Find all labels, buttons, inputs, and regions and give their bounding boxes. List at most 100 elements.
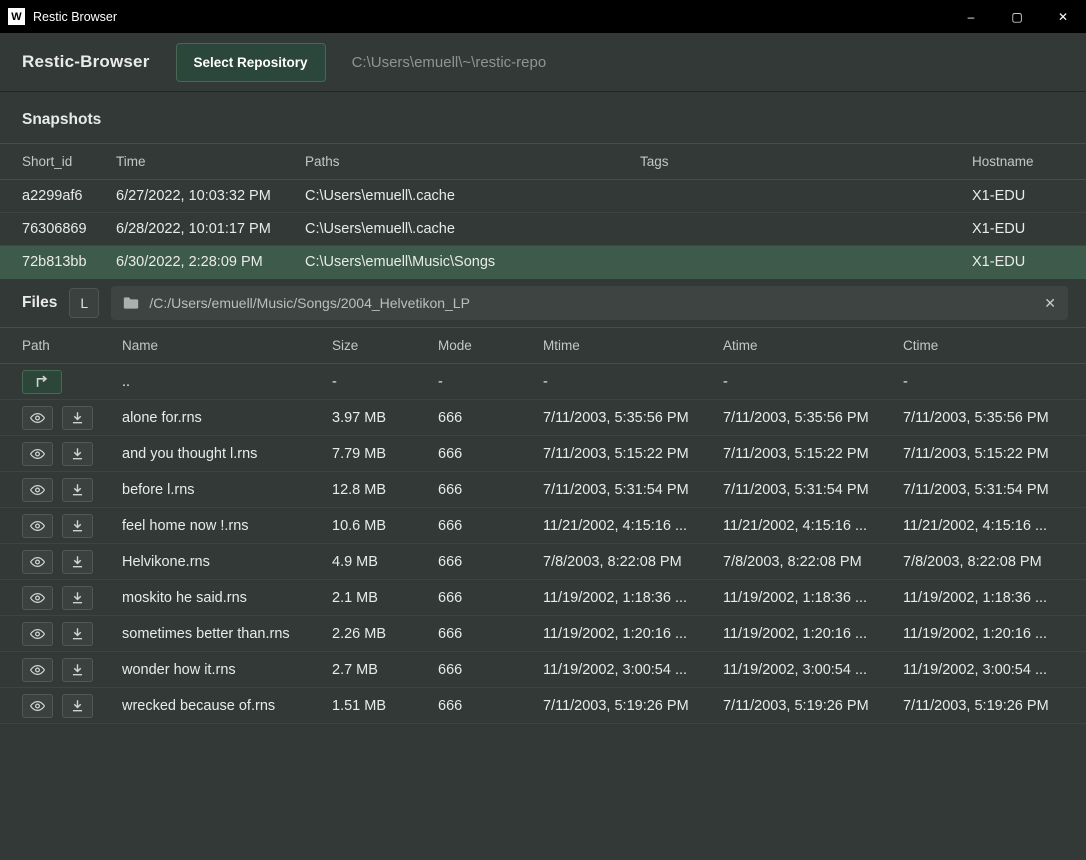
eye-icon [30,484,45,496]
col-hostname: Hostname [972,154,1064,169]
close-button[interactable]: ✕ [1040,0,1086,33]
file-size: 7.79 MB [332,446,438,462]
file-size: 4.9 MB [332,554,438,570]
file-size: - [332,374,438,390]
preview-button[interactable] [22,586,53,610]
files-path-value: /C:/Users/emuell/Music/Songs/2004_Helvet… [149,295,470,311]
snapshot-hostname: X1-EDU [972,254,1064,270]
preview-button[interactable] [22,478,53,502]
eye-icon [30,664,45,676]
preview-button[interactable] [22,694,53,718]
download-icon [71,447,84,460]
download-icon [71,555,84,568]
file-row-parent: .. - - - - - [0,364,1086,400]
file-name: moskito he said.rns [122,590,332,606]
eye-icon [30,592,45,604]
download-icon [71,699,84,712]
file-atime: 11/19/2002, 1:18:36 ... [723,590,903,606]
download-button[interactable] [62,478,93,502]
clear-path-icon[interactable]: ✕ [1044,295,1056,312]
app-icon: W [8,8,25,25]
file-mode: 666 [438,662,543,678]
maximize-button[interactable]: ▢ [994,0,1040,33]
file-row: before l.rns 12.8 MB 666 7/11/2003, 5:31… [0,472,1086,508]
col-path: Path [22,338,122,353]
file-ctime: 7/11/2003, 5:31:54 PM [903,482,1064,498]
file-ctime: 11/21/2002, 4:15:16 ... [903,518,1064,534]
file-mode: 666 [438,698,543,714]
file-row: moskito he said.rns 2.1 MB 666 11/19/200… [0,580,1086,616]
files-path-input[interactable]: /C:/Users/emuell/Music/Songs/2004_Helvet… [111,286,1068,320]
file-row: feel home now !.rns 10.6 MB 666 11/21/20… [0,508,1086,544]
snapshot-paths: C:\Users\emuell\Music\Songs [305,254,640,270]
file-row: and you thought l.rns 7.79 MB 666 7/11/2… [0,436,1086,472]
download-icon [71,519,84,532]
minimize-button[interactable]: – [948,0,994,33]
file-mode: - [438,374,543,390]
download-button[interactable] [62,658,93,682]
col-size: Size [332,338,438,353]
parent-directory-button[interactable] [22,370,62,394]
col-paths: Paths [305,154,640,169]
file-mtime: 7/8/2003, 8:22:08 PM [543,554,723,570]
files-table-header: Path Name Size Mode Mtime Atime Ctime [0,327,1086,364]
file-size: 10.6 MB [332,518,438,534]
download-button[interactable] [62,694,93,718]
file-mode: 666 [438,410,543,426]
file-mtime: 11/19/2002, 3:00:54 ... [543,662,723,678]
file-mtime: 11/21/2002, 4:15:16 ... [543,518,723,534]
latest-snapshot-button[interactable]: L [69,288,99,318]
file-ctime: 7/8/2003, 8:22:08 PM [903,554,1064,570]
file-atime: 7/11/2003, 5:35:56 PM [723,410,903,426]
download-button[interactable] [62,586,93,610]
preview-button[interactable] [22,550,53,574]
preview-button[interactable] [22,514,53,538]
download-icon [71,483,84,496]
download-button[interactable] [62,514,93,538]
file-mode: 666 [438,482,543,498]
repository-path: C:\Users\emuell\~\restic-repo [352,54,547,71]
preview-button[interactable] [22,622,53,646]
col-mtime: Mtime [543,338,723,353]
snapshots-heading: Snapshots [0,92,1086,143]
snapshot-row[interactable]: 76306869 6/28/2022, 10:01:17 PM C:\Users… [0,213,1086,246]
file-name: sometimes better than.rns [122,626,332,642]
preview-button[interactable] [22,406,53,430]
file-size: 2.7 MB [332,662,438,678]
file-size: 2.26 MB [332,626,438,642]
file-mode: 666 [438,554,543,570]
file-ctime: 7/11/2003, 5:15:22 PM [903,446,1064,462]
download-button[interactable] [62,406,93,430]
file-mode: 666 [438,446,543,462]
snapshot-row-selected[interactable]: 72b813bb 6/30/2022, 2:28:09 PM C:\Users\… [0,246,1086,279]
preview-button[interactable] [22,442,53,466]
file-size: 12.8 MB [332,482,438,498]
download-button[interactable] [62,442,93,466]
snapshot-hostname: X1-EDU [972,221,1064,237]
download-icon [71,591,84,604]
file-name: alone for.rns [122,410,332,426]
snapshots-table-header: Short_id Time Paths Tags Hostname [0,143,1086,180]
file-row: alone for.rns 3.97 MB 666 7/11/2003, 5:3… [0,400,1086,436]
download-button[interactable] [62,550,93,574]
file-atime: 7/11/2003, 5:15:22 PM [723,446,903,462]
file-row: wonder how it.rns 2.7 MB 666 11/19/2002,… [0,652,1086,688]
folder-icon [123,296,139,310]
file-size: 3.97 MB [332,410,438,426]
download-icon [71,627,84,640]
snapshot-hostname: X1-EDU [972,188,1064,204]
col-short-id: Short_id [22,154,116,169]
preview-button[interactable] [22,658,53,682]
header: Restic-Browser Select Repository C:\User… [0,33,1086,92]
snapshot-time: 6/27/2022, 10:03:32 PM [116,188,305,204]
snapshot-short-id: 76306869 [22,221,116,237]
select-repository-button[interactable]: Select Repository [176,43,326,82]
file-row: wrecked because of.rns 1.51 MB 666 7/11/… [0,688,1086,724]
snapshot-row[interactable]: a2299af6 6/27/2022, 10:03:32 PM C:\Users… [0,180,1086,213]
file-ctime: - [903,374,1064,390]
snapshot-paths: C:\Users\emuell\.cache [305,188,640,204]
file-ctime: 11/19/2002, 1:20:16 ... [903,626,1064,642]
file-mode: 666 [438,590,543,606]
file-mode: 666 [438,518,543,534]
download-button[interactable] [62,622,93,646]
